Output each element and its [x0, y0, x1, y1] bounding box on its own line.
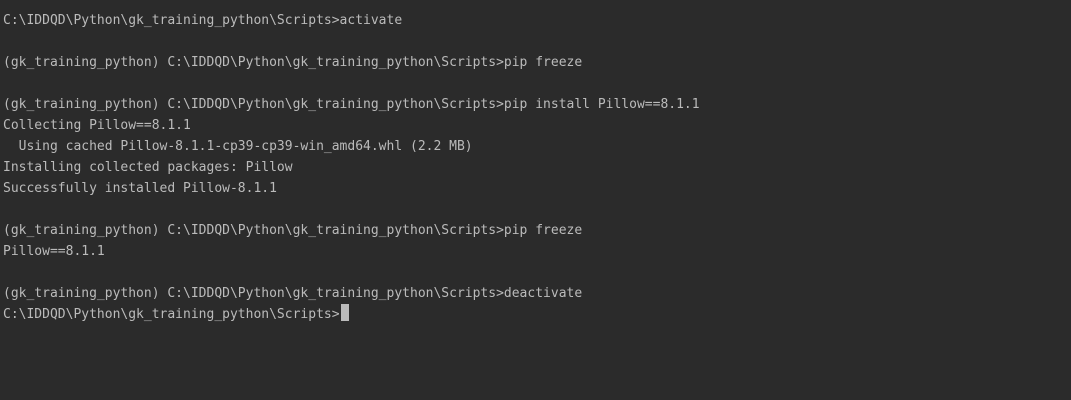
- terminal-line: Collecting Pillow==8.1.1: [3, 118, 191, 133]
- terminal-line: Pillow==8.1.1: [3, 244, 105, 259]
- terminal-line: Successfully installed Pillow-8.1.1: [3, 181, 277, 196]
- terminal-line: Installing collected packages: Pillow: [3, 160, 293, 175]
- terminal-line: (gk_training_python) C:\IDDQD\Python\gk_…: [3, 55, 583, 70]
- terminal-prompt: C:\IDDQD\Python\gk_training_python\Scrip…: [3, 307, 340, 322]
- terminal-output[interactable]: C:\IDDQD\Python\gk_training_python\Scrip…: [0, 0, 1071, 400]
- terminal-line: (gk_training_python) C:\IDDQD\Python\gk_…: [3, 97, 700, 112]
- text-cursor[interactable]: [340, 304, 349, 321]
- terminal-prompt-line[interactable]: C:\IDDQD\Python\gk_training_python\Scrip…: [3, 304, 1071, 325]
- terminal-line: (gk_training_python) C:\IDDQD\Python\gk_…: [3, 286, 583, 301]
- terminal-line: Using cached Pillow-8.1.1-cp39-cp39-win_…: [3, 139, 473, 154]
- terminal-line: C:\IDDQD\Python\gk_training_python\Scrip…: [3, 13, 403, 28]
- terminal-line: (gk_training_python) C:\IDDQD\Python\gk_…: [3, 223, 583, 238]
